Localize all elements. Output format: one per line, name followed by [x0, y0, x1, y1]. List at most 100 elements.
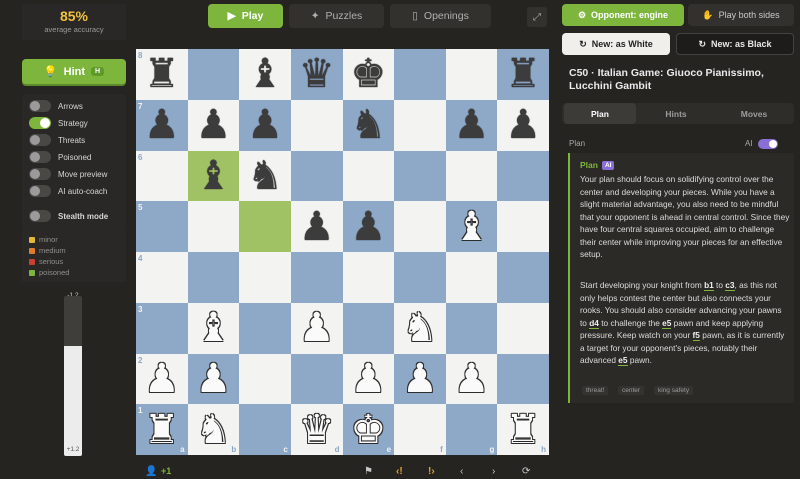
square-h5[interactable] [497, 201, 549, 252]
black-king-piece[interactable]: ♚ [350, 54, 386, 94]
black-rook-piece[interactable]: ♜ [144, 54, 180, 94]
square-c5[interactable] [239, 201, 291, 252]
square-link[interactable]: f5 [692, 330, 700, 341]
square-c7[interactable]: ♟ [239, 99, 291, 151]
square-b2[interactable]: ♟ [187, 353, 240, 405]
square-a8[interactable]: 8 ♜ [136, 49, 188, 100]
square-c6[interactable]: ♞ [239, 150, 291, 202]
square-f4[interactable] [394, 252, 446, 303]
black-pawn-piece[interactable]: ♟ [196, 105, 232, 145]
toggle-arrows[interactable]: Arrows [29, 100, 83, 112]
flip-board-icon[interactable]: ⟳ [522, 466, 530, 477]
square-d8[interactable]: ♛ [290, 49, 343, 100]
square-e7[interactable]: ♞ [342, 99, 395, 151]
expand-icon[interactable]: ⤢ [527, 7, 547, 27]
square-g7[interactable]: ♟ [445, 99, 498, 151]
square-f6[interactable] [394, 150, 446, 202]
square-a3[interactable]: 3 [136, 302, 188, 354]
square-h6[interactable] [497, 150, 549, 202]
square-d4[interactable] [290, 252, 343, 303]
black-knight-piece[interactable]: ♞ [350, 105, 386, 145]
tab-plan[interactable]: Plan [564, 103, 636, 124]
toggle-stealth-mode[interactable]: Stealth mode [29, 210, 108, 222]
tab-hints[interactable]: Hints [640, 103, 712, 124]
square-f1[interactable]: f [394, 404, 446, 455]
toggle-ai-auto-coach[interactable]: AI auto-coach [29, 185, 107, 197]
white-pawn-piece[interactable]: ♟ [402, 359, 438, 399]
square-g6[interactable] [445, 150, 498, 202]
square-b5[interactable] [187, 201, 240, 252]
square-g5[interactable]: ♝ [445, 201, 498, 252]
square-f5[interactable] [394, 201, 446, 252]
toggle-threats[interactable]: Threats [29, 134, 85, 146]
toggle-switch[interactable] [29, 168, 51, 180]
white-queen-piece[interactable]: ♛ [299, 410, 335, 450]
square-c3[interactable] [239, 302, 291, 354]
square-e1[interactable]: e ♚ [342, 404, 395, 455]
chess-board[interactable]: 8 ♜ ♝ ♛ ♚ ♜ 7 ♟ ♟ ♟ ♞ ♟ ♟ 6 ♝ ♞ 5 ♟ ♟ ♝ 4 3 ♝ ♟ ♞ 2 ♟ ♟ ♟ ♟ ♟ 1 a ♜ b ♞ c d ♛ e… [136, 49, 549, 455]
black-pawn-piece[interactable]: ♟ [247, 105, 283, 145]
new-as-black-button[interactable]: ↻ New: as Black [676, 33, 794, 55]
square-b8[interactable] [187, 49, 240, 100]
white-rook-piece[interactable]: ♜ [505, 410, 541, 450]
square-e2[interactable]: ♟ [342, 353, 395, 405]
square-g8[interactable] [445, 49, 498, 100]
blunder-prev-icon[interactable]: ‹! [396, 466, 403, 477]
tab-puzzles[interactable]: ✦ Puzzles [289, 4, 384, 28]
black-pawn-piece[interactable]: ♟ [454, 105, 490, 145]
toggle-switch[interactable] [29, 134, 51, 146]
square-link[interactable]: c3 [725, 280, 735, 291]
square-a6[interactable]: 6 [136, 150, 188, 202]
white-pawn-piece[interactable]: ♟ [144, 359, 180, 399]
square-g2[interactable]: ♟ [445, 353, 498, 405]
black-pawn-piece[interactable]: ♟ [299, 207, 335, 247]
square-link[interactable]: e5 [618, 355, 628, 366]
white-king-piece[interactable]: ♚ [350, 410, 386, 450]
prev-move-icon[interactable]: ‹ [460, 466, 463, 477]
square-c4[interactable] [239, 252, 291, 303]
square-f7[interactable] [394, 99, 446, 151]
square-d7[interactable] [290, 99, 343, 151]
white-bishop-piece[interactable]: ♝ [196, 308, 232, 348]
square-g4[interactable] [445, 252, 498, 303]
square-d6[interactable] [290, 150, 343, 202]
square-f3[interactable]: ♞ [394, 302, 446, 354]
square-b3[interactable]: ♝ [187, 302, 240, 354]
square-a7[interactable]: 7 ♟ [136, 99, 188, 151]
square-h1[interactable]: h ♜ [497, 404, 549, 455]
tab-play[interactable]: ▶ Play [208, 4, 283, 28]
square-d3[interactable]: ♟ [290, 302, 343, 354]
square-f2[interactable]: ♟ [394, 353, 446, 405]
black-queen-piece[interactable]: ♛ [299, 54, 335, 94]
black-bishop-piece[interactable]: ♝ [247, 54, 283, 94]
black-rook-piece[interactable]: ♜ [505, 54, 541, 94]
black-bishop-piece[interactable]: ♝ [196, 156, 232, 196]
white-bishop-piece[interactable]: ♝ [454, 207, 490, 247]
square-h2[interactable] [497, 353, 549, 405]
new-as-white-button[interactable]: ↻ New: as White [562, 33, 670, 55]
black-knight-piece[interactable]: ♞ [247, 156, 283, 196]
toggle-switch[interactable] [29, 100, 51, 112]
square-link[interactable]: e5 [662, 317, 672, 329]
square-b7[interactable]: ♟ [187, 99, 240, 151]
square-d5[interactable]: ♟ [290, 201, 343, 252]
square-h4[interactable] [497, 252, 549, 303]
hint-button[interactable]: 💡 Hint H [22, 59, 126, 84]
square-c8[interactable]: ♝ [239, 49, 291, 100]
toggle-switch[interactable] [29, 210, 51, 222]
square-h3[interactable] [497, 302, 549, 354]
next-move-icon[interactable]: › [492, 466, 495, 477]
white-pawn-piece[interactable]: ♟ [299, 308, 335, 348]
square-g3[interactable] [445, 302, 498, 354]
toggle-move-preview[interactable]: Move preview [29, 168, 107, 180]
black-pawn-piece[interactable]: ♟ [144, 105, 180, 145]
white-pawn-piece[interactable]: ♟ [196, 359, 232, 399]
toggle-switch[interactable] [29, 117, 51, 129]
tab-openings[interactable]: ▯ Openings [390, 4, 491, 28]
square-f8[interactable] [394, 49, 446, 100]
square-b6[interactable]: ♝ [187, 150, 240, 202]
square-e4[interactable] [342, 252, 395, 303]
blunder-next-icon[interactable]: !› [428, 466, 435, 477]
white-knight-piece[interactable]: ♞ [402, 308, 438, 348]
square-a5[interactable]: 5 [136, 201, 188, 252]
